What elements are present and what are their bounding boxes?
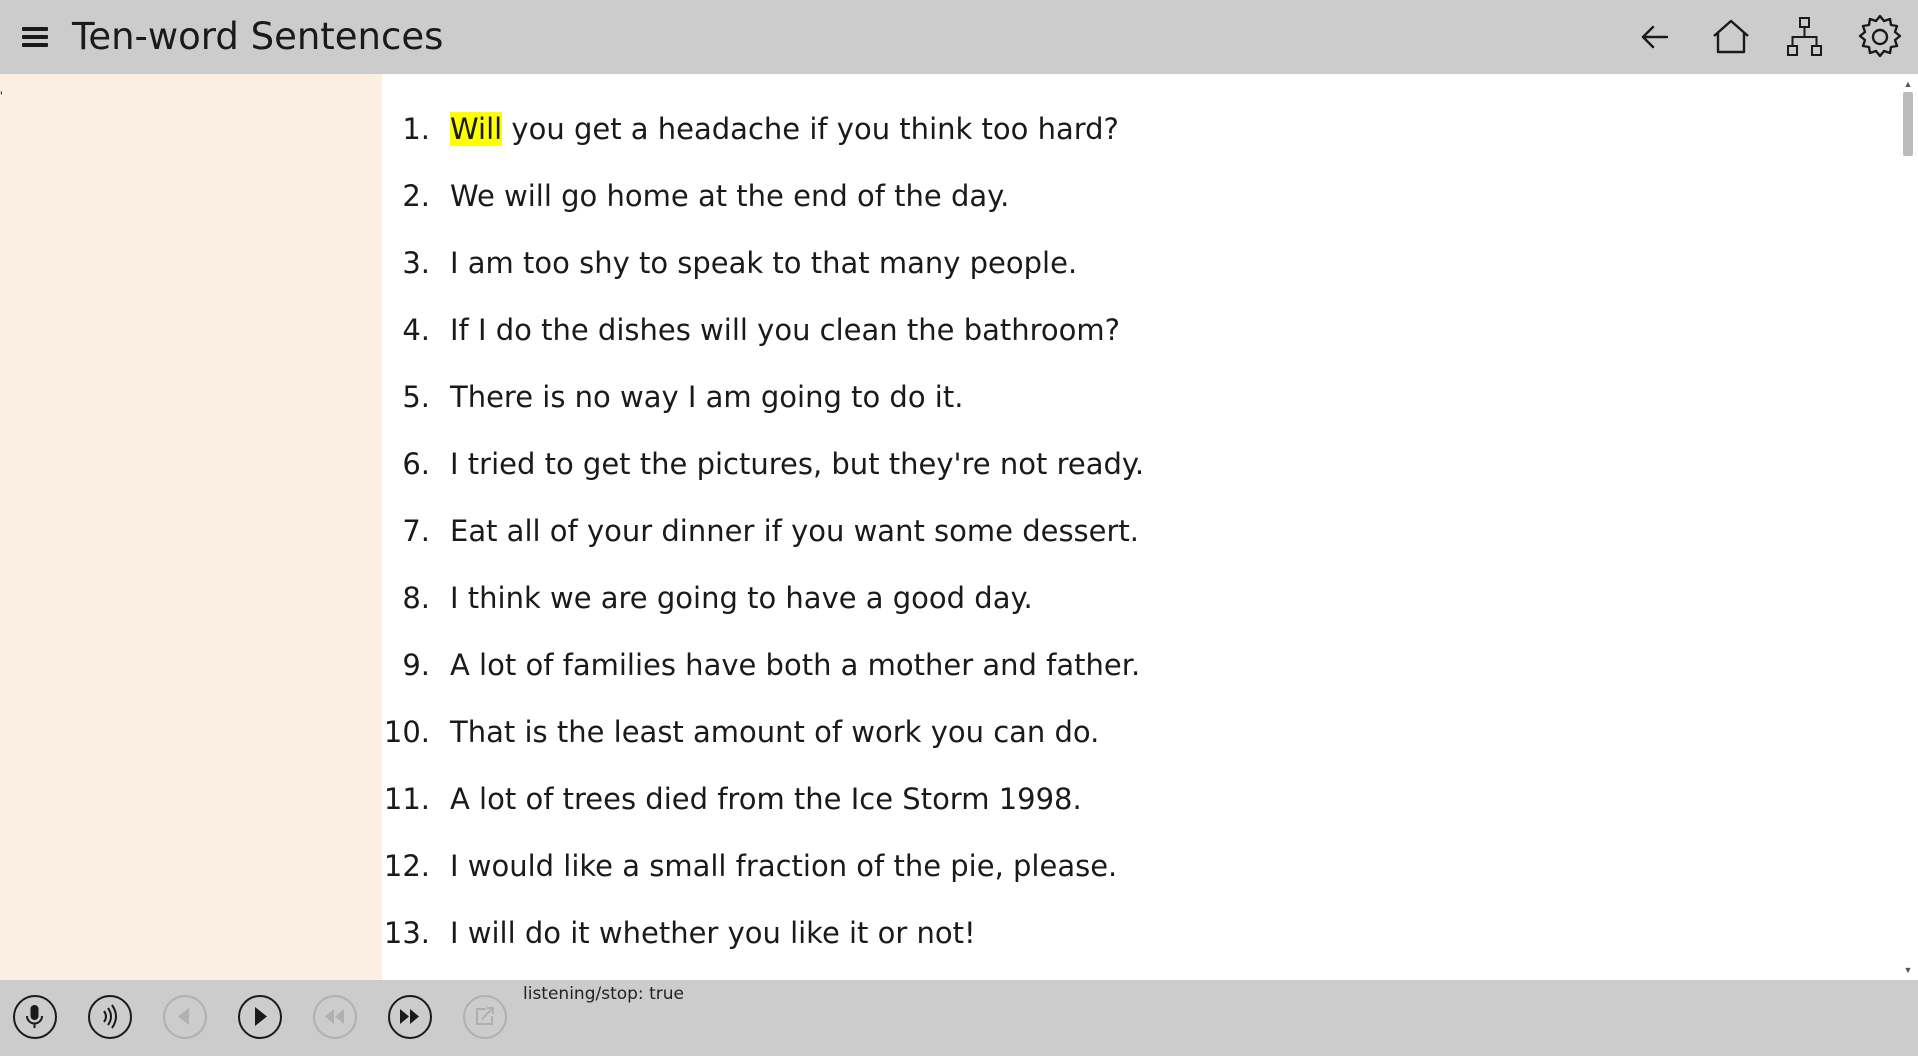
back-arrow-icon[interactable]	[1629, 12, 1679, 62]
sentence-body: That is the least amount of work you can…	[450, 715, 1100, 749]
sentence-number: 11.	[383, 782, 430, 816]
sentence-body: I would like a small fraction of the pie…	[450, 849, 1118, 883]
fast-forward-icon[interactable]	[388, 995, 432, 1039]
sentence-body: I will do it whether you like it or not!	[450, 916, 976, 950]
scroll-up-icon[interactable]: ▲	[1902, 78, 1914, 90]
sentence-text: I will do it whether you like it or not!	[450, 914, 976, 952]
sentence-number: 4.	[402, 313, 430, 347]
sentence-text: We will go home at the end of the day.	[450, 177, 1009, 215]
page-title: Ten-word Sentences	[72, 15, 444, 58]
sentence-text: A lot of trees died from the Ice Storm 1…	[450, 780, 1082, 818]
sentence-number: 9.	[402, 648, 430, 682]
sentence-body: A lot of families have both a mother and…	[450, 648, 1141, 682]
side-panel-mark: '	[0, 88, 3, 104]
sentence-number: 6.	[402, 447, 430, 481]
sentence-body: you get a headache if you think too hard…	[502, 112, 1119, 146]
sentence-number: 1.	[402, 112, 430, 146]
share-icon[interactable]	[463, 995, 507, 1039]
sentence-number: 7.	[402, 514, 430, 548]
sentence-number: 12.	[383, 849, 430, 883]
rewind-icon[interactable]	[313, 995, 357, 1039]
sentence-text: I would like a small fraction of the pie…	[450, 847, 1117, 885]
sentence-body: If I do the dishes will you clean the ba…	[450, 313, 1121, 347]
sentence-body: Eat all of your dinner if you want some …	[450, 514, 1140, 548]
sentence-number: 10.	[383, 715, 430, 749]
sentence-text: If I do the dishes will you clean the ba…	[450, 311, 1120, 349]
sentence-number: 2.	[402, 179, 430, 213]
sitemap-icon[interactable]	[1780, 12, 1830, 62]
sentence-body: I tried to get the pictures, but they're…	[450, 447, 1145, 481]
sentence-text: I am too shy to speak to that many peopl…	[450, 244, 1077, 282]
sentence-body: I am too shy to speak to that many peopl…	[450, 246, 1078, 280]
side-panel: '	[0, 74, 382, 980]
sentence-content: 1. Will you get a headache if you think t…	[382, 74, 1898, 980]
sentence-number: 8.	[402, 581, 430, 615]
highlighted-word: Will	[450, 112, 503, 146]
sentence-number: 3.	[402, 246, 430, 280]
microphone-icon[interactable]	[13, 995, 57, 1039]
sentence-body: I think we are going to have a good day.	[450, 581, 1033, 615]
bottom-toolbar: listening/stop: true	[0, 980, 1918, 1056]
home-icon[interactable]	[1706, 12, 1756, 62]
sentence-body: A lot of trees died from the Ice Storm 1…	[450, 782, 1082, 816]
sentence-text: A lot of families have both a mother and…	[450, 646, 1140, 684]
vertical-scrollbar[interactable]: ▲ ▼	[1898, 74, 1918, 980]
sentence-body: We will go home at the end of the day.	[450, 179, 1010, 213]
hamburger-menu-icon[interactable]	[18, 22, 52, 52]
sentence-number: 5.	[402, 380, 430, 414]
sentence-text: That is the least amount of work you can…	[450, 713, 1099, 751]
sentence-text: There is no way I am going to do it.	[450, 378, 963, 416]
scroll-down-icon[interactable]: ▼	[1902, 964, 1914, 976]
play-icon[interactable]	[238, 995, 282, 1039]
sentence-text: Eat all of your dinner if you want some …	[450, 512, 1139, 550]
sentence-body: There is no way I am going to do it.	[450, 380, 964, 414]
sentence-text: I tried to get the pictures, but they're…	[450, 445, 1144, 483]
sentence-number: 13.	[383, 916, 430, 950]
sentence-text: I think we are going to have a good day.	[450, 579, 1033, 617]
title-bar: Ten-word Sentences	[0, 0, 1918, 74]
speaker-icon[interactable]	[88, 995, 132, 1039]
sentence-text: Will you get a headache if you think too…	[450, 110, 1119, 148]
status-text: listening/stop: true	[523, 984, 684, 1004]
scrollbar-thumb[interactable]	[1903, 92, 1913, 156]
gear-icon[interactable]	[1855, 12, 1905, 62]
previous-icon[interactable]	[163, 995, 207, 1039]
